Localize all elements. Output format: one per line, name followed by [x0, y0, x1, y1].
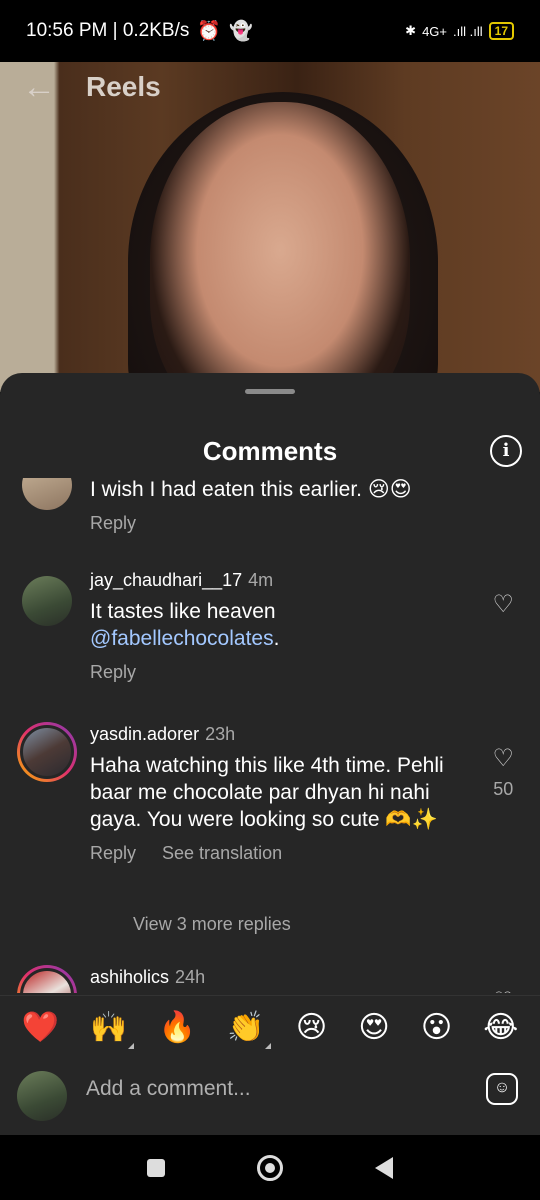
- emoji-fire[interactable]: 🔥: [159, 1010, 196, 1045]
- comment-text: Haha watching this like 4th time. Pehli …: [90, 754, 444, 831]
- reels-title: Reels: [86, 71, 161, 102]
- battery-icon: 17: [488, 22, 514, 40]
- comment-header: jay_chaudhari__17 4m: [90, 568, 470, 592]
- emoji-raised-hands[interactable]: 🙌: [90, 1010, 134, 1049]
- view-replies-button[interactable]: View 3 more replies: [133, 914, 291, 935]
- status-bar: 10:56 PM | 0.2KB/s ⏰ 👻 ✱ 4G+ .ıll .ıll 1…: [0, 0, 540, 62]
- emoji-laughing[interactable]: 😂: [483, 1010, 518, 1045]
- info-icon[interactable]: i: [490, 435, 522, 467]
- comment-time: 23h: [205, 724, 236, 744]
- avatar[interactable]: [22, 478, 72, 510]
- avatar: [20, 725, 74, 779]
- emoji-clap[interactable]: 👏: [227, 1010, 271, 1049]
- system-nav-bar: [0, 1135, 540, 1200]
- username[interactable]: jay_chaudhari__17: [90, 570, 242, 590]
- comment-input[interactable]: Add a comment...: [86, 1077, 251, 1101]
- see-translation-button[interactable]: See translation: [162, 843, 282, 864]
- mention-link[interactable]: @fabellechocolates: [90, 627, 274, 650]
- skin-tone-indicator: [127, 1043, 134, 1049]
- comment-time: 4m: [248, 570, 274, 590]
- network-label: 4G+: [422, 23, 448, 39]
- back-button[interactable]: [375, 1156, 393, 1179]
- comment-text-main: It tastes like heaven: [90, 600, 276, 623]
- comment-text: I wish I had eaten this earlier. 😢😍: [90, 478, 412, 501]
- emoji-surprised[interactable]: 😮: [421, 1010, 452, 1045]
- heart-glyph: ♡: [492, 745, 514, 772]
- avatar: [20, 968, 74, 993]
- comment-time: 24h: [175, 967, 206, 987]
- avatar-story-ring[interactable]: [17, 965, 77, 993]
- skin-tone-indicator: [264, 1043, 271, 1049]
- like-heart-icon[interactable]: ♡: [492, 590, 514, 619]
- avatar[interactable]: [22, 576, 72, 626]
- emoji-heart-eyes[interactable]: 😍: [358, 1010, 389, 1045]
- status-left: 10:56 PM | 0.2KB/s ⏰ 👻: [26, 19, 253, 43]
- comment-header: yasdin.adorer 23h: [90, 722, 470, 746]
- emoji-clap-glyph: 👏: [227, 1011, 265, 1044]
- comment-body: jay_chaudhari__17 4m It tastes like heave…: [90, 568, 470, 683]
- comment-body: ashiholics 24h: [90, 965, 470, 989]
- comment-text: It tastes like heaven @fabellechocolates…: [90, 598, 470, 652]
- emoji-bar: ❤️ 🙌 🔥 👏 😢 😍 😮 😂: [0, 995, 540, 1059]
- status-right: ✱ 4G+ .ıll .ıll 17: [405, 22, 514, 40]
- home-button[interactable]: [257, 1154, 283, 1181]
- heart-glyph: ♡: [492, 988, 514, 993]
- like-heart-icon[interactable]: ♡: [492, 987, 514, 993]
- comment-actions: Reply: [90, 662, 470, 683]
- comment-input-bar: Add a comment... ☺: [0, 1059, 540, 1135]
- reply-button[interactable]: Reply: [90, 843, 136, 864]
- reels-header: ← Reels: [0, 62, 540, 112]
- comment-body: yasdin.adorer 23h Haha watching this like…: [90, 722, 470, 864]
- like-count: 50: [493, 779, 514, 799]
- back-arrow-icon[interactable]: ←: [22, 68, 56, 107]
- user-avatar: [17, 1071, 67, 1121]
- like-heart-icon[interactable]: ♡ 50: [492, 744, 514, 800]
- avatar-story-ring[interactable]: [17, 722, 77, 782]
- comment-actions: Reply See translation: [90, 843, 470, 864]
- comment-header: ashiholics 24h: [90, 965, 470, 989]
- comments-title: Comments: [202, 436, 338, 466]
- emoji-heart[interactable]: ❤️: [22, 1010, 59, 1045]
- emoji-crying[interactable]: 😢: [296, 1010, 327, 1045]
- username[interactable]: yasdin.adorer: [90, 724, 199, 744]
- comment-text-suffix: .: [273, 627, 280, 650]
- recents-button[interactable]: [147, 1158, 165, 1177]
- emoji-raised-hands-glyph: 🙌: [90, 1011, 128, 1044]
- video-person-face: [150, 102, 410, 392]
- sticker-icon[interactable]: ☺: [486, 1073, 518, 1105]
- username[interactable]: ashiholics: [90, 967, 169, 987]
- comment-body: I wish I had eaten this earlier. 😢😍 Repl…: [90, 478, 470, 534]
- signal-icon: .ıll .ıll: [453, 23, 483, 39]
- snapchat-icon: 👻: [229, 21, 253, 42]
- reply-button[interactable]: Reply: [90, 513, 136, 534]
- heart-glyph: ♡: [492, 591, 514, 618]
- reply-button[interactable]: Reply: [90, 662, 136, 683]
- bluetooth-icon: ✱: [405, 23, 417, 38]
- comments-list: I wish I had eaten this earlier. 😢😍 Repl…: [0, 478, 540, 993]
- alarm-icon: ⏰: [197, 21, 222, 42]
- status-time: 10:56 PM | 0.2KB/s: [26, 20, 190, 41]
- comment-actions: Reply: [90, 513, 470, 534]
- drag-handle[interactable]: [245, 389, 295, 394]
- sheet-header: Comments i: [0, 428, 540, 474]
